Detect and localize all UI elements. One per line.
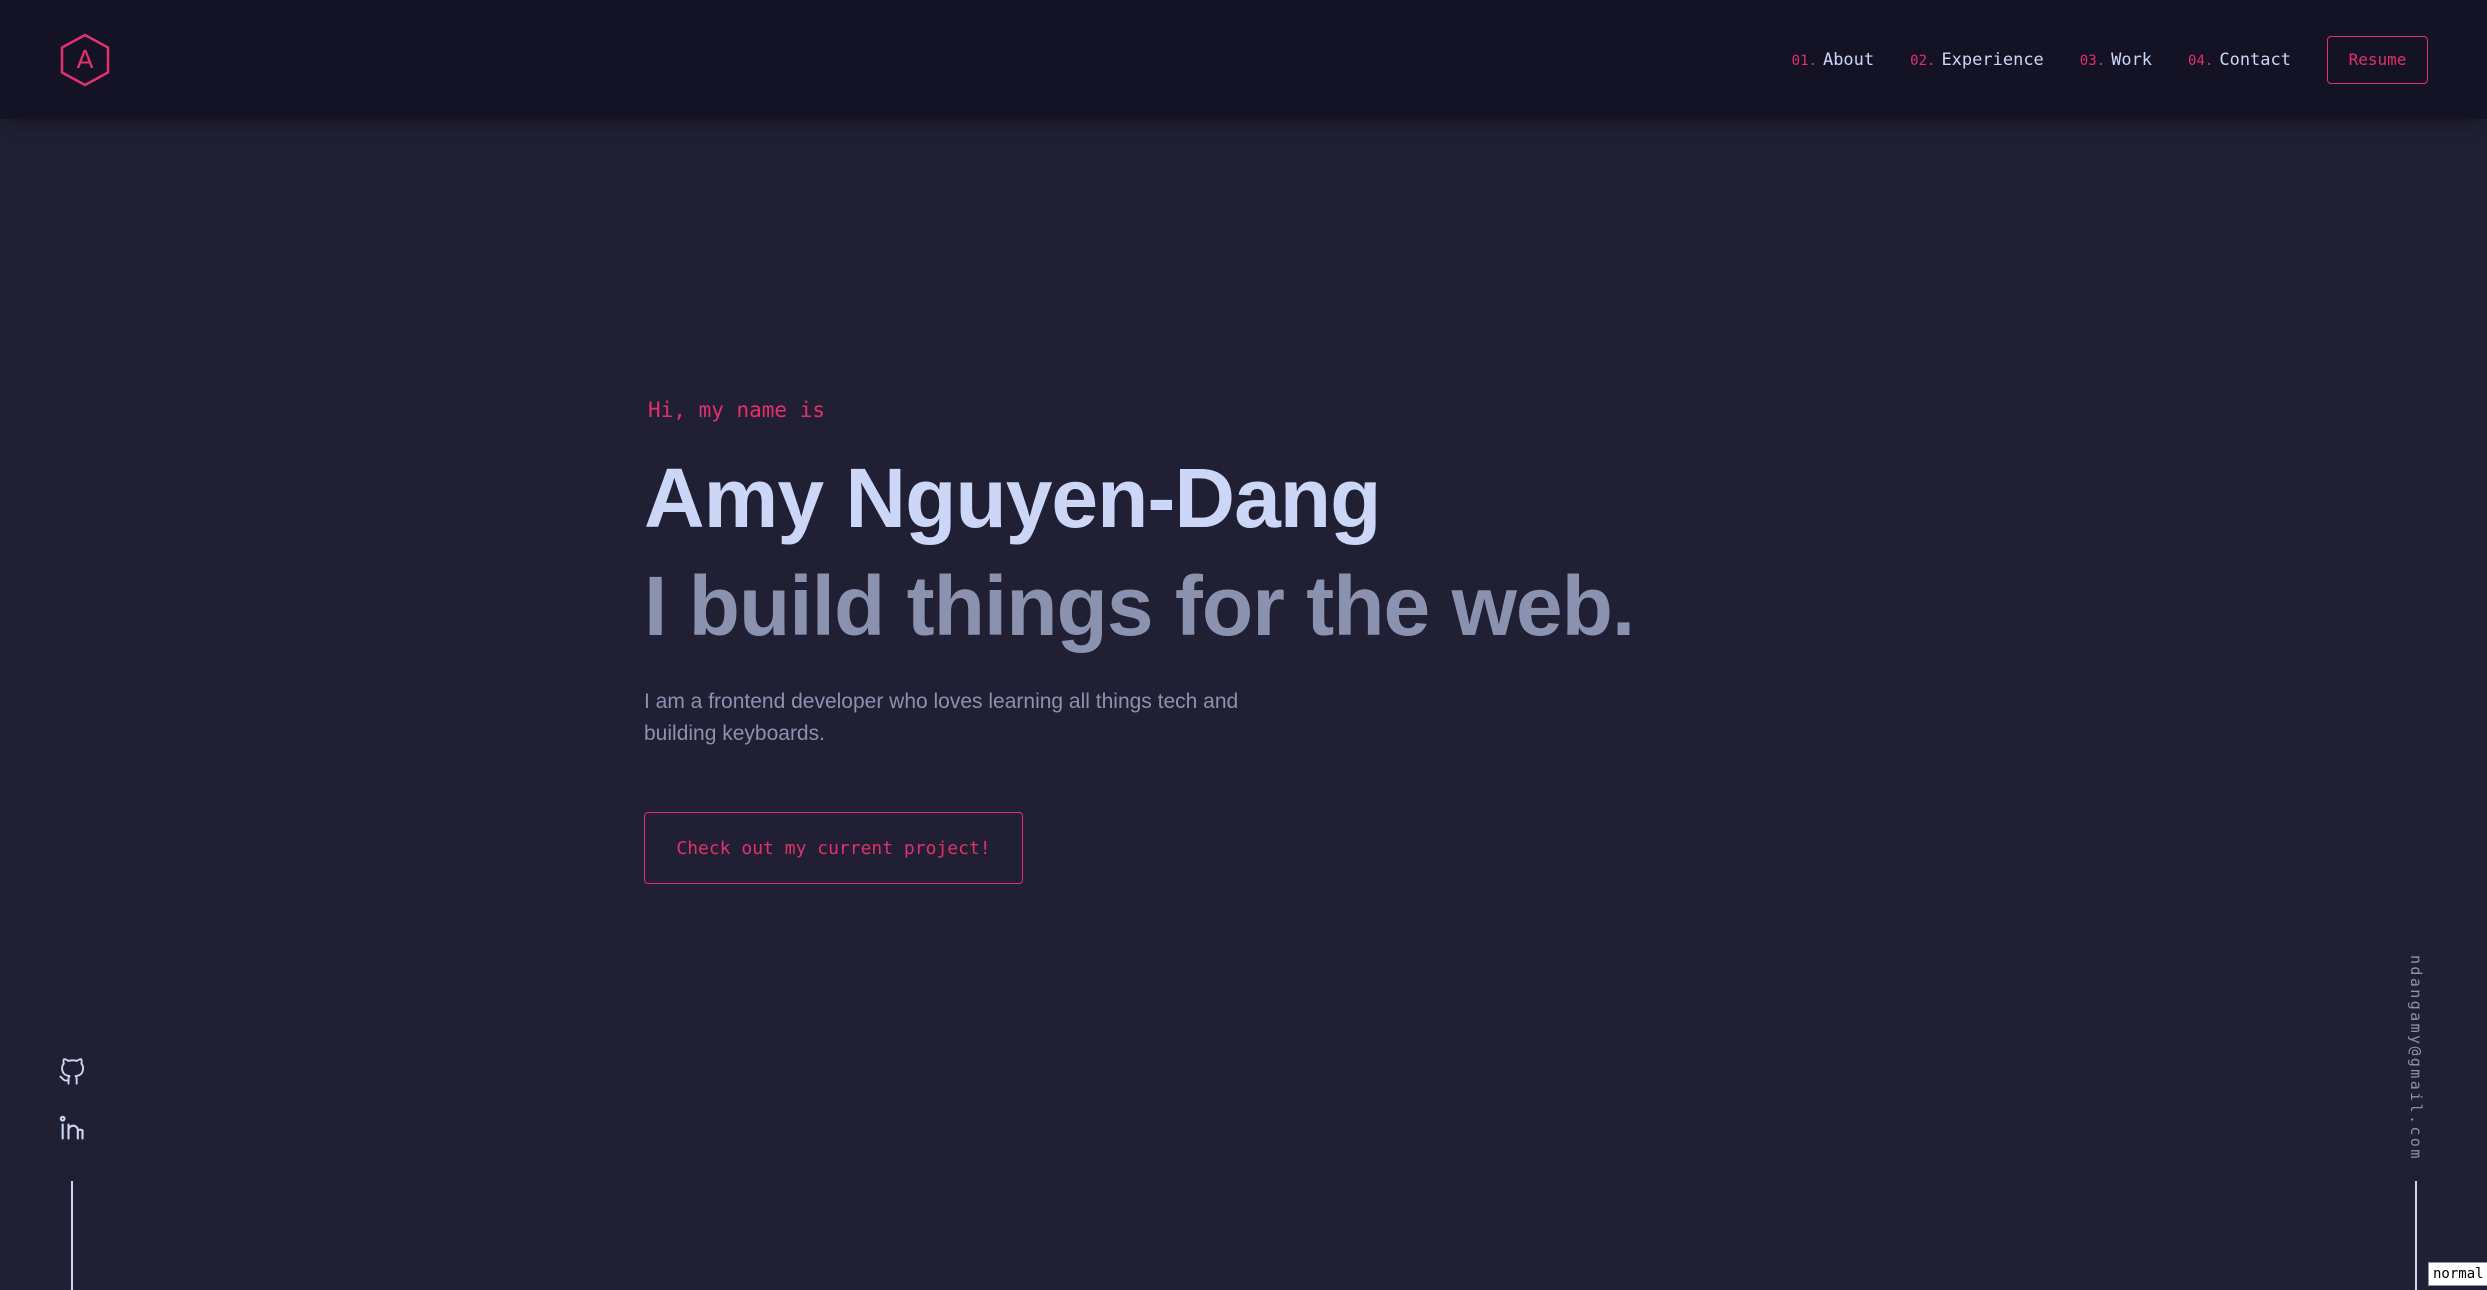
nav-label: About xyxy=(1822,49,1875,70)
linkedin-icon[interactable] xyxy=(58,1114,86,1142)
github-glyph xyxy=(59,1058,85,1085)
nav-link-work[interactable]: 03. Work xyxy=(2080,50,2152,70)
hero-name: Amy Nguyen-Dang xyxy=(644,451,1381,545)
nav-number: 01. xyxy=(1791,52,1817,69)
social-divider-line xyxy=(71,1181,73,1290)
mode-badge: normal xyxy=(2428,1262,2487,1286)
nav-number: 03. xyxy=(2079,52,2106,69)
nav-label: Work xyxy=(2111,49,2153,70)
logo-letter: A xyxy=(76,45,94,74)
linkedin-glyph xyxy=(59,1115,84,1140)
nav-number: 04. xyxy=(2188,52,2214,69)
email-link[interactable]: ndangamy@gmail.com xyxy=(2400,955,2432,1161)
resume-button[interactable]: Resume xyxy=(2327,35,2428,84)
github-icon[interactable] xyxy=(58,1058,86,1086)
nav-link-experience[interactable]: 02. Experience xyxy=(1910,50,2044,70)
social-links xyxy=(58,1058,86,1170)
nav-link-about[interactable]: 01. About xyxy=(1792,50,1874,70)
nav-label: Contact xyxy=(2219,49,2291,70)
hero-intro-line: building keyboards. xyxy=(644,722,825,745)
nav-number: 02. xyxy=(1910,52,1936,69)
hero-intro: I am a frontend developer who loves lear… xyxy=(644,686,1284,750)
hero-tagline: I build things for the web. xyxy=(644,559,1635,653)
email-divider-line xyxy=(2415,1181,2417,1290)
hero-greeting: Hi, my name is xyxy=(648,398,826,422)
site-header: A 01. About 02. Experience 03. Work 04. … xyxy=(0,0,2487,119)
main-nav: 01. About 02. Experience 03. Work 04. Co… xyxy=(1792,0,2487,119)
nav-link-contact[interactable]: 04. Contact xyxy=(2188,50,2291,70)
hero-intro-line: I am a frontend developer who loves lear… xyxy=(644,690,1239,713)
hexagon-logo-icon[interactable]: A xyxy=(58,32,112,88)
nav-label: Experience xyxy=(1941,49,2044,70)
current-project-button[interactable]: Check out my current project! xyxy=(644,812,1023,884)
